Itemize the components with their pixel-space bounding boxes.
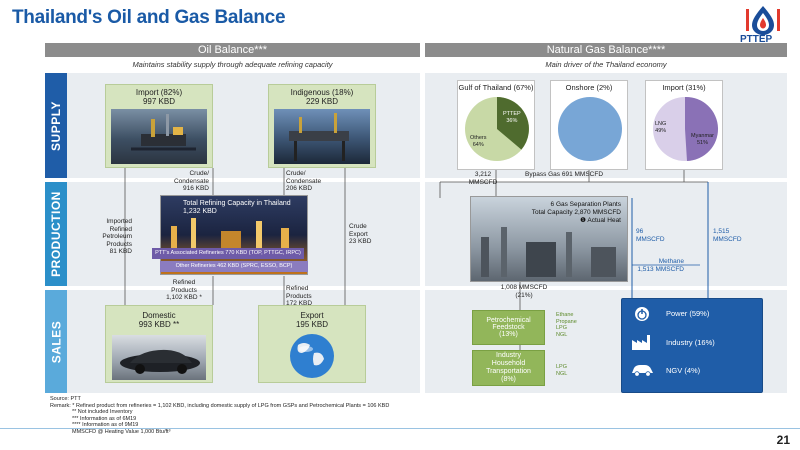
note-5: MMSCFD @ Heating Value 1,000 Btu/ft³ — [72, 428, 171, 435]
onshore-pie-title: Onshore (2%) — [565, 83, 613, 92]
industry-products-label: LPG NGL — [556, 364, 568, 377]
gas-subtitle: Main driver of the Thailand economy — [545, 60, 667, 69]
refining-label: Total Refining Capacity in Thailand 1,23… — [183, 200, 291, 215]
gulf-others-label: Others 64% — [470, 135, 487, 148]
footnotes: Source: PTT Remark: * Refined product fr… — [50, 396, 389, 435]
bypass-gas-label: Bypass Gas 691 MMSCFD — [525, 171, 604, 178]
globe-icon — [290, 334, 334, 378]
flow-1515-label: 1,515 MMSCFD — [713, 228, 742, 243]
import-myanmar-label: Myanmar 51% — [691, 133, 714, 146]
car-icon — [632, 365, 653, 377]
onshore-pie-chart — [558, 97, 622, 161]
sales-label: SALES — [45, 290, 67, 393]
import-lng-label: LNG 49% — [655, 121, 667, 134]
oil-rig-image — [111, 109, 207, 164]
page-title: Thailand's Oil and Gas Balance — [12, 7, 286, 28]
import-pie-title: Import (31%) — [662, 83, 706, 92]
refined-left-label: Refined Products 1,102 KBD * — [166, 279, 202, 301]
crude-right-label: Crude/Condensate 206 KBD — [286, 170, 322, 192]
gas-sales-panel: Power (59%) Industry (16%) NGV (4%) — [621, 298, 763, 393]
flow-3212-label: 3,212 MMSCFD — [468, 171, 498, 186]
petrochemical-box: Petrochemical Feedstock (13%) — [472, 310, 545, 345]
crude-export-label: Crude Export 23 KBD — [349, 223, 372, 245]
page-number: 21 — [776, 433, 790, 447]
factory-icon — [632, 335, 650, 350]
production-label: PRODUCTION — [45, 182, 67, 286]
oil-export-title: Export — [300, 311, 324, 320]
oil-import-value: 997 KBD — [142, 97, 176, 106]
gas-separation-box: 6 Gas Separation Plants Total Capacity 2… — [470, 196, 628, 282]
oil-export-box: Export 195 KBD — [258, 305, 366, 383]
oil-export-value: 195 KBD — [295, 320, 329, 329]
gulf-pttep-label: PTTEP 36% — [503, 111, 521, 124]
petro-products-label: Ethane Propane LPG NGL — [556, 312, 577, 338]
industry-label: Industry (16%) — [666, 338, 715, 347]
onshore-pie-box: Onshore (2%) — [550, 80, 628, 170]
car-image — [112, 335, 206, 380]
oil-indigenous-value: 229 KBD — [305, 97, 339, 106]
oil-import-title: Import (82%) — [135, 88, 183, 97]
other-refineries-bar: Other Refineries 462 KBD (SPRC, ESSO, BC… — [160, 261, 308, 272]
gas-balance-header: Natural Gas Balance**** — [425, 43, 787, 57]
footer-divider — [0, 428, 800, 429]
oil-indigenous-title: Indigenous (18%) — [290, 88, 354, 97]
ptt-refineries-bar: PTT's Associated Refineries 770 KBD (TOP… — [152, 248, 304, 259]
oil-subtitle: Maintains stability supply through adequ… — [132, 60, 333, 69]
ngv-label: NGV (4%) — [666, 366, 701, 375]
flow-96-label: 96 MMSCFD — [636, 228, 665, 243]
oil-domestic-value: 993 KBD ** — [138, 320, 180, 329]
oil-indigenous-box: Indigenous (18%) 229 KBD — [268, 84, 376, 168]
methane-label: Methane 1,513 MMSCFD — [637, 258, 684, 273]
crude-left-label: Crude/Condensate 916 KBD — [173, 170, 209, 192]
power-icon — [635, 307, 649, 321]
power-label: Power (59%) — [666, 309, 710, 318]
oil-balance-header: Oil Balance*** — [45, 43, 420, 57]
oil-domestic-box: Domestic 993 KBD ** — [105, 305, 213, 383]
gulf-pie-chart — [465, 97, 529, 161]
gulf-pie-box: Gulf of Thailand (67%) PTTEP 36% Others 64… — [457, 80, 535, 170]
industry-household-box: Industry Household Transportation (8%) — [472, 350, 545, 386]
oil-import-box: Import (82%) 997 KBD — [105, 84, 213, 168]
offshore-platform-image — [274, 109, 370, 164]
oil-domestic-title: Domestic — [142, 311, 176, 320]
flow-1008-label: 1,008 MMSCFD (21%) — [500, 284, 548, 299]
gulf-pie-title: Gulf of Thailand (67%) — [458, 83, 534, 92]
supply-label: SUPPLY — [45, 73, 67, 178]
imported-refined-label: Imported Refined Petroleum Products 81 KBD — [102, 218, 132, 255]
import-pie-box: Import (31%) LNG 49% Myanmar 51% — [645, 80, 723, 170]
gsp-label: 6 Gas Separation Plants Total Capacity 2… — [531, 201, 621, 224]
